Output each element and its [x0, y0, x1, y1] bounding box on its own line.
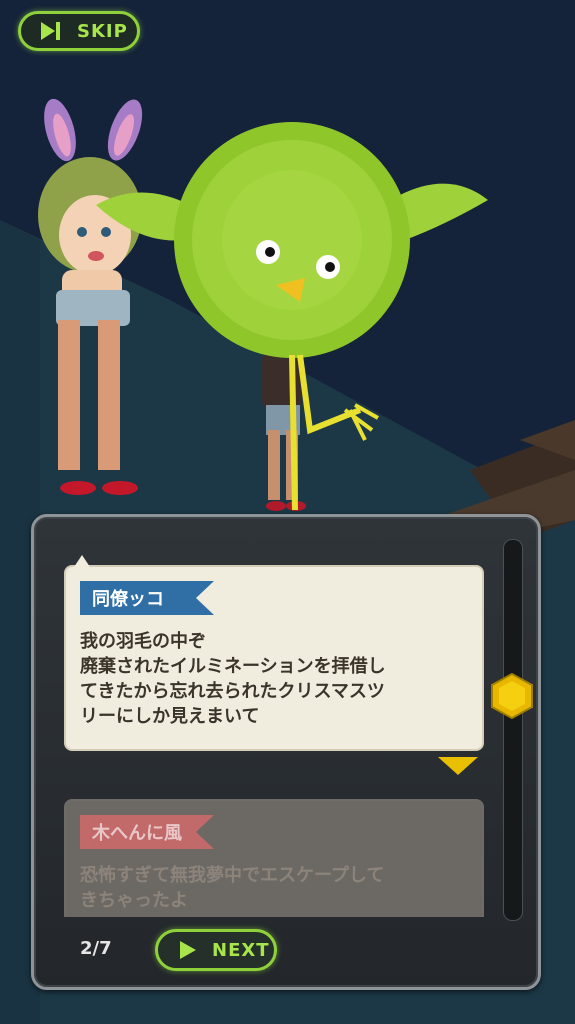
- play-icon: [178, 939, 198, 961]
- speaker-name: 同僚ッコ: [92, 589, 164, 610]
- down-arrow-icon: [438, 757, 478, 779]
- dialog-text: 我の羽毛の中ぞ 廃棄されたイルミネーションを拝借し てきたから忘れ去られたクリス…: [80, 631, 386, 727]
- dialog-scroll-area[interactable]: 同僚ッコ 我の羽毛の中ぞ 廃棄されたイルミネーションを拝借し てきたから忘れ去ら…: [50, 547, 500, 917]
- speaker-tag: 木へんに風: [80, 815, 214, 849]
- speaker-tag: 同僚ッコ: [80, 581, 214, 615]
- skip-icon: [39, 20, 63, 42]
- dialog-text: 恐怖すぎて無我夢中でエスケープして きちゃったよ: [80, 865, 385, 911]
- skip-button[interactable]: SKIP: [18, 11, 140, 51]
- next-button[interactable]: NEXT: [155, 929, 277, 971]
- page-indicator: 2/7: [80, 938, 112, 959]
- speaker-name: 木へんに風: [92, 823, 182, 844]
- scrollbar-track[interactable]: [503, 539, 523, 921]
- next-label: NEXT: [212, 939, 270, 961]
- dialog-bubble-current: 同僚ッコ 我の羽毛の中ぞ 廃棄されたイルミネーションを拝借し てきたから忘れ去ら…: [64, 555, 484, 751]
- skip-label: SKIP: [77, 20, 128, 42]
- dialog-bubble-next: 木へんに風 恐怖すぎて無我夢中でエスケープして きちゃったよ: [64, 799, 484, 917]
- bubble-tail: [74, 555, 90, 567]
- dialog-log-panel: 同僚ッコ 我の羽毛の中ぞ 廃棄されたイルミネーションを拝借し てきたから忘れ去ら…: [31, 514, 541, 990]
